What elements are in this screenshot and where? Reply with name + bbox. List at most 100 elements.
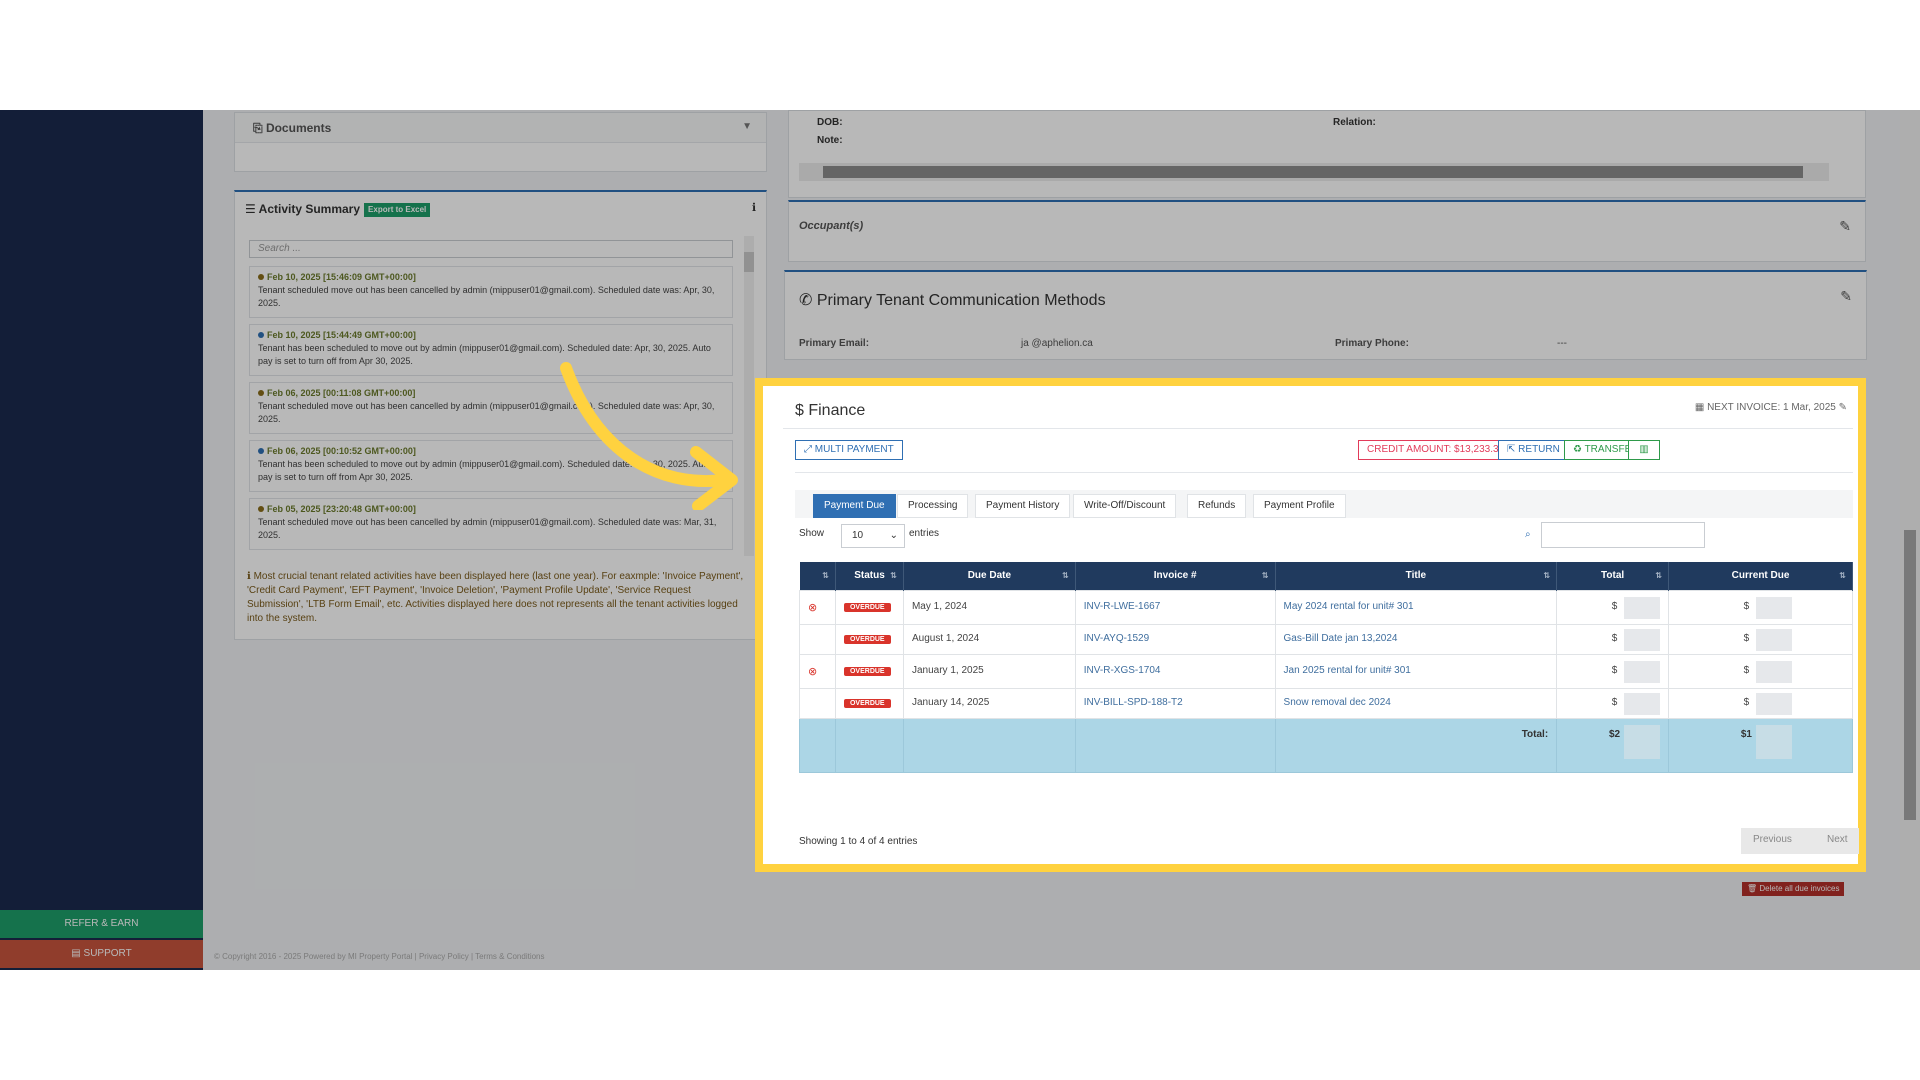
invoice-cell[interactable]: INV-R-XGS-1704 (1074, 653, 1276, 689)
finance-highlight: $ Finance ▦ NEXT INVOICE: 1 Mar, 2025 ✎ … (755, 378, 1866, 872)
edit-icon[interactable]: ✎ (1839, 402, 1847, 413)
sort-icon: ⇅ (890, 571, 897, 580)
chevron-down-icon[interactable]: ▼ (742, 121, 752, 132)
pagination: Previous Next (1741, 828, 1859, 854)
total-cell: $ (1556, 623, 1670, 655)
table-row[interactable]: ⊗ OVERDUE January 1, 2025 INV-R-XGS-1704… (799, 653, 1853, 689)
status-badge: OVERDUE (843, 698, 891, 708)
credit-amount-button[interactable]: CREDIT AMOUNT: $13,233.36 (1358, 440, 1514, 460)
invoice-cell[interactable]: INV-R-LWE-1667 (1074, 589, 1276, 625)
row-remove-icon[interactable] (799, 687, 836, 719)
scrollbar-thumb[interactable] (823, 166, 1803, 178)
status-badge: OVERDUE (843, 602, 891, 612)
external-link-icon: ⇱ (1507, 444, 1519, 455)
status-dot-icon (258, 332, 264, 338)
redacted-value (1756, 692, 1792, 715)
footer: © Copyright 2016 - 2025 Powered by MI Pr… (214, 952, 545, 961)
tab-payment-profile[interactable]: Payment Profile (1253, 494, 1346, 518)
tenant-details-panel: DOB: Note: Relation: (788, 110, 1866, 198)
current-due-cell: $ (1668, 623, 1853, 655)
occupants-panel: Occupant(s) ✎ (788, 200, 1866, 262)
invoice-cell[interactable]: INV-AYQ-1529 (1074, 623, 1276, 655)
table-info: Showing 1 to 4 of 4 entries (799, 836, 918, 847)
entries-select[interactable]: 10 ⌄ (841, 524, 905, 548)
column-header-current-due[interactable]: Current Due ⇅ (1668, 562, 1853, 590)
sidebar: REFER & EARN ▤ SUPPORT (0, 110, 203, 970)
divider (783, 428, 1853, 429)
tab-refunds[interactable]: Refunds (1187, 494, 1247, 518)
dob-label: DOB: (817, 117, 843, 128)
activity-text: Tenant scheduled move out has been cance… (258, 285, 715, 308)
status-cell: OVERDUE (834, 623, 904, 655)
communication-panel: ✆ Primary Tenant Communication Methods ✎… (784, 270, 1867, 360)
tab-processing[interactable]: Processing (897, 494, 969, 518)
info-icon: ℹ (247, 571, 254, 582)
column-header-title[interactable]: Title ⇅ (1275, 562, 1558, 590)
refer-earn-button[interactable]: REFER & EARN (0, 910, 203, 938)
row-remove-icon[interactable]: ⊗ (799, 653, 836, 689)
column-header-total[interactable]: Total ⇅ (1556, 562, 1670, 590)
documents-title: Documents (265, 121, 332, 135)
horizontal-scrollbar[interactable] (799, 163, 1829, 181)
return-button[interactable]: ⇱ RETURN (1498, 440, 1569, 460)
table-row[interactable]: ⊗ OVERDUE May 1, 2024 INV-R-LWE-1667 May… (799, 589, 1853, 625)
redacted-value (1624, 692, 1661, 715)
column-header-invoice[interactable]: Invoice # ⇅ (1075, 562, 1276, 590)
invoice-cell[interactable]: INV-BILL-SPD-188-T2 (1074, 687, 1276, 719)
activity-search-input[interactable]: Search ... (249, 240, 733, 258)
total-label: Total: (1274, 717, 1558, 773)
trash-icon: 🗑 (1747, 884, 1760, 893)
empty-cell (799, 717, 836, 773)
due-date-cell: January 14, 2025 (902, 687, 1076, 719)
table-row[interactable]: OVERDUE August 1, 2024 INV-AYQ-1529 Gas-… (799, 623, 1853, 655)
multi-payment-button[interactable]: ⤢ MULTI PAYMENT (795, 440, 903, 460)
total-cell: $ (1556, 687, 1670, 719)
documents-icon: ⎘ (253, 121, 266, 135)
tab-payment-history[interactable]: Payment History (975, 494, 1071, 518)
relation-label: Relation: (1333, 117, 1376, 128)
activity-title: Activity Summary (258, 202, 361, 216)
info-icon[interactable]: ℹ (752, 201, 756, 214)
edit-icon[interactable]: ✎ (1839, 218, 1851, 235)
page-scrollbar[interactable] (1900, 110, 1920, 970)
sort-icon: ⇅ (1543, 571, 1551, 580)
redacted-value (1756, 660, 1792, 683)
redacted-value (1624, 724, 1661, 759)
support-button[interactable]: ▤ SUPPORT (0, 940, 203, 968)
row-remove-icon[interactable] (799, 623, 836, 655)
column-header-select[interactable]: ⇅ (799, 562, 836, 590)
tab-payment-due[interactable]: Payment Due (813, 494, 896, 518)
next-button[interactable]: Next (1827, 834, 1848, 845)
edit-icon[interactable]: ✎ (1840, 288, 1852, 305)
total-cell: $ (1556, 653, 1670, 689)
documents-header[interactable]: ⎘ Documents (235, 113, 766, 143)
scrollbar-thumb[interactable] (1904, 530, 1916, 820)
chart-button[interactable]: ▥ (1628, 440, 1660, 460)
scrollbar-thumb[interactable] (744, 252, 754, 272)
status-dot-icon (258, 390, 264, 396)
delete-due-invoices-button[interactable]: 🗑 Delete all due invoices (1742, 882, 1845, 896)
title-cell: Gas-Bill Date jan 13,2024 (1274, 623, 1558, 655)
column-header-due-date[interactable]: Due Date ⇅ (903, 562, 1076, 590)
show-label: Show (799, 528, 825, 539)
table-row[interactable]: OVERDUE January 14, 2025 INV-BILL-SPD-18… (799, 687, 1853, 719)
redacted-value (1756, 724, 1792, 759)
export-excel-button[interactable]: Export to Excel (364, 202, 431, 217)
status-cell: OVERDUE (834, 687, 904, 719)
tab-write-off-discount[interactable]: Write-Off/Discount (1073, 494, 1177, 518)
previous-button[interactable]: Previous (1753, 834, 1792, 845)
empty-cell (902, 717, 1076, 773)
totals-row: Total: $2 $1 (799, 717, 1853, 773)
status-cell: OVERDUE (834, 589, 904, 625)
row-remove-icon[interactable]: ⊗ (799, 589, 836, 625)
chevron-down-icon: ⌄ (889, 530, 898, 541)
due-date-cell: August 1, 2024 (902, 623, 1076, 655)
sort-icon: ⇅ (1655, 571, 1663, 580)
finance-tabs: Payment Due Processing Payment History W… (795, 490, 1853, 518)
title-cell: Snow removal dec 2024 (1274, 687, 1558, 719)
sort-icon: ⇅ (1062, 571, 1069, 580)
column-header-status[interactable]: Status ⇅ (835, 562, 904, 590)
empty-cell (1074, 717, 1276, 773)
finance-search-input[interactable] (1541, 522, 1705, 548)
phone-icon: ✆ (799, 292, 817, 309)
